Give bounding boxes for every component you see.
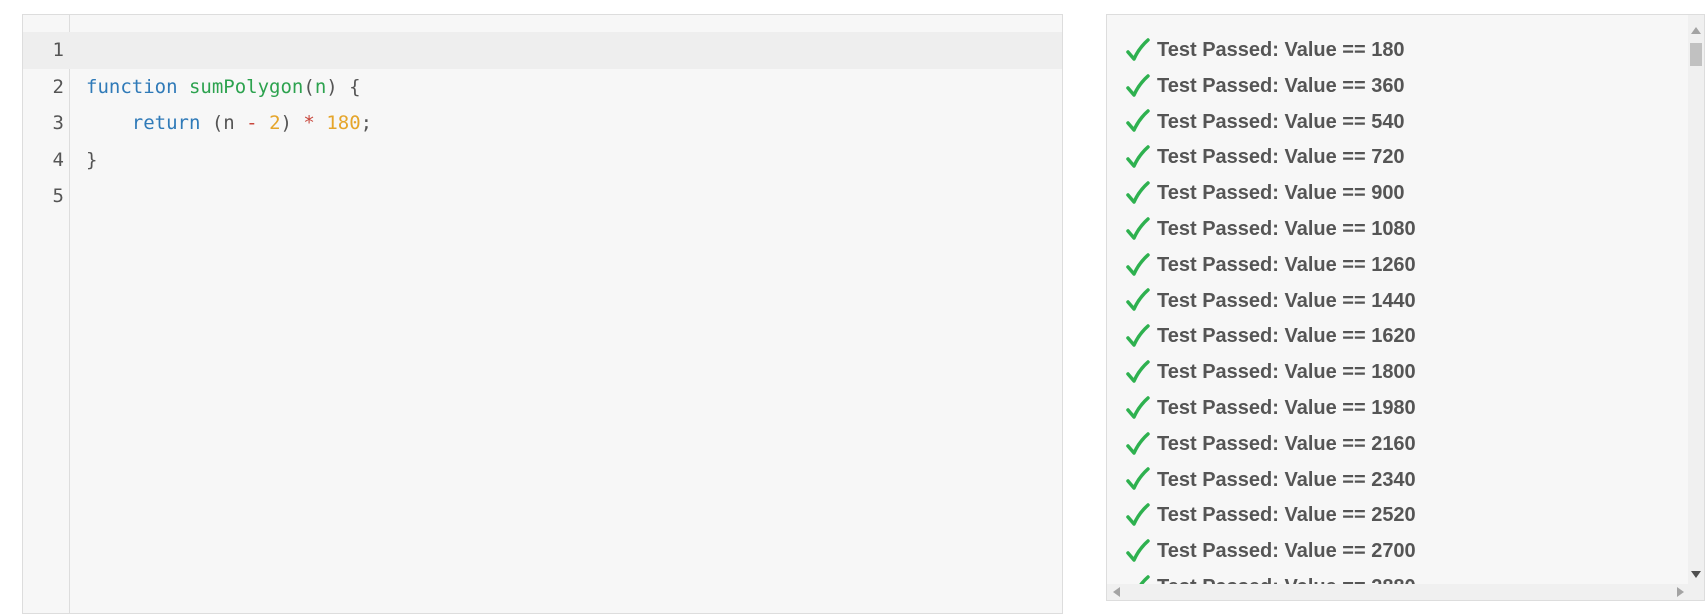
test-result-text: Test Passed: Value == 2520	[1157, 504, 1416, 527]
test-result-item: Test Passed: Value == 540	[1125, 105, 1684, 141]
check-icon	[1126, 324, 1150, 348]
code-token-punc	[86, 112, 132, 134]
check-icon	[1126, 360, 1150, 383]
test-result-text: Test Passed: Value == 1620	[1157, 325, 1416, 348]
scroll-down-arrow-icon[interactable]	[1691, 571, 1701, 578]
check-icon	[1126, 503, 1150, 526]
test-result-item: Test Passed: Value == 1260	[1125, 248, 1684, 284]
line-number: 1	[52, 39, 64, 61]
code-token-punc: ;	[360, 112, 373, 134]
test-result-text: Test Passed: Value == 1260	[1157, 253, 1416, 276]
code-token-op: -	[246, 112, 258, 134]
scrollbar-thumb[interactable]	[1690, 43, 1702, 66]
scroll-right-arrow-icon[interactable]	[1677, 587, 1684, 597]
code-token-number: 180	[326, 112, 361, 134]
check-icon	[1126, 288, 1150, 312]
test-results-list: Test Passed: Value == 180 Test Passed: Va…	[1125, 33, 1684, 600]
test-result-text: Test Passed: Value == 1080	[1157, 217, 1416, 240]
test-result-item: Test Passed: Value == 360	[1125, 69, 1684, 105]
test-result-text: Test Passed: Value == 1980	[1157, 396, 1416, 419]
code-token-keyword: return	[131, 112, 201, 134]
code-token-punc: )	[280, 112, 304, 134]
code-token-func: sumPolygon	[188, 75, 304, 98]
test-result-text: Test Passed: Value == 1440	[1157, 289, 1416, 312]
check-icon	[1126, 38, 1150, 61]
line-number: 4	[52, 148, 64, 171]
vertical-scrollbar[interactable]	[1688, 15, 1704, 584]
check-icon	[1126, 73, 1150, 97]
test-result-text: Test Passed: Value == 1800	[1157, 361, 1416, 384]
code-token-punc	[258, 112, 269, 134]
test-result-text: Test Passed: Value == 2160	[1157, 432, 1416, 455]
scroll-left-arrow-icon[interactable]	[1113, 587, 1120, 597]
test-result-item: Test Passed: Value == 1800	[1125, 355, 1684, 391]
test-result-item: Test Passed: Value == 720	[1125, 140, 1684, 176]
line-code: }	[86, 142, 97, 179]
line-code: return (n - 2) * 180;	[86, 105, 372, 142]
code-token-punc	[178, 76, 189, 98]
line-number: 2	[52, 75, 64, 98]
check-icon	[1126, 467, 1150, 491]
check-icon	[1126, 252, 1150, 276]
check-icon	[1126, 109, 1150, 133]
test-result-text: Test Passed: Value == 360	[1157, 74, 1405, 97]
test-result-item: Test Passed: Value == 180	[1125, 33, 1684, 69]
test-result-item: Test Passed: Value == 2160	[1125, 427, 1684, 463]
test-result-item: Test Passed: Value == 2520	[1125, 498, 1684, 534]
test-result-item: Test Passed: Value == 1080	[1125, 212, 1684, 248]
code-token-punc: (n	[200, 112, 247, 134]
code-line[interactable]: 5	[23, 178, 1062, 215]
test-result-text: Test Passed: Value == 540	[1157, 110, 1405, 133]
test-result-item: Test Passed: Value == 2700	[1125, 534, 1684, 570]
code-token-punc	[315, 112, 326, 134]
code-line[interactable]: 2 function sumPolygon(n) {	[23, 69, 1062, 106]
code-token-punc: (	[303, 75, 315, 98]
code-token-punc: ) {	[326, 75, 361, 98]
test-result-text: Test Passed: Value == 2700	[1157, 540, 1416, 563]
check-icon	[1126, 396, 1150, 419]
code-editor[interactable]: 1 2 function sumPolygon(n) {3 return (n - …	[22, 14, 1063, 614]
test-result-item: Test Passed: Value == 2340	[1125, 463, 1684, 499]
code-token-keyword: function	[86, 75, 178, 98]
scroll-up-arrow-icon[interactable]	[1691, 27, 1701, 34]
horizontal-scrollbar[interactable]	[1107, 584, 1704, 600]
line-number: 5	[52, 185, 64, 207]
code-token-op: *	[303, 112, 315, 134]
test-result-text: Test Passed: Value == 180	[1157, 39, 1405, 61]
check-icon	[1126, 217, 1150, 240]
code-token-number: 2	[269, 112, 281, 134]
code-token-punc: }	[86, 148, 98, 171]
code-token-param: n	[314, 75, 327, 98]
test-result-item: Test Passed: Value == 1440	[1125, 284, 1684, 320]
test-result-text: Test Passed: Value == 720	[1157, 146, 1405, 169]
line-number: 3	[52, 112, 64, 134]
code-line[interactable]: 1	[23, 32, 1062, 69]
check-icon	[1126, 431, 1150, 455]
code-line[interactable]: 4}	[23, 142, 1062, 179]
test-results-panel: Test Passed: Value == 180 Test Passed: Va…	[1106, 14, 1705, 601]
test-result-item: Test Passed: Value == 900	[1125, 176, 1684, 212]
code-lines[interactable]: 1 2 function sumPolygon(n) {3 return (n - …	[23, 32, 1062, 215]
test-result-item: Test Passed: Value == 1980	[1125, 391, 1684, 427]
test-result-item: Test Passed: Value == 1620	[1125, 319, 1684, 355]
check-icon	[1126, 539, 1150, 562]
line-code: function sumPolygon(n) {	[86, 69, 361, 106]
check-icon	[1126, 145, 1150, 169]
test-result-text: Test Passed: Value == 900	[1157, 182, 1405, 205]
code-line[interactable]: 3 return (n - 2) * 180;	[23, 105, 1062, 142]
check-icon	[1126, 181, 1150, 204]
test-result-text: Test Passed: Value == 2340	[1157, 468, 1416, 491]
